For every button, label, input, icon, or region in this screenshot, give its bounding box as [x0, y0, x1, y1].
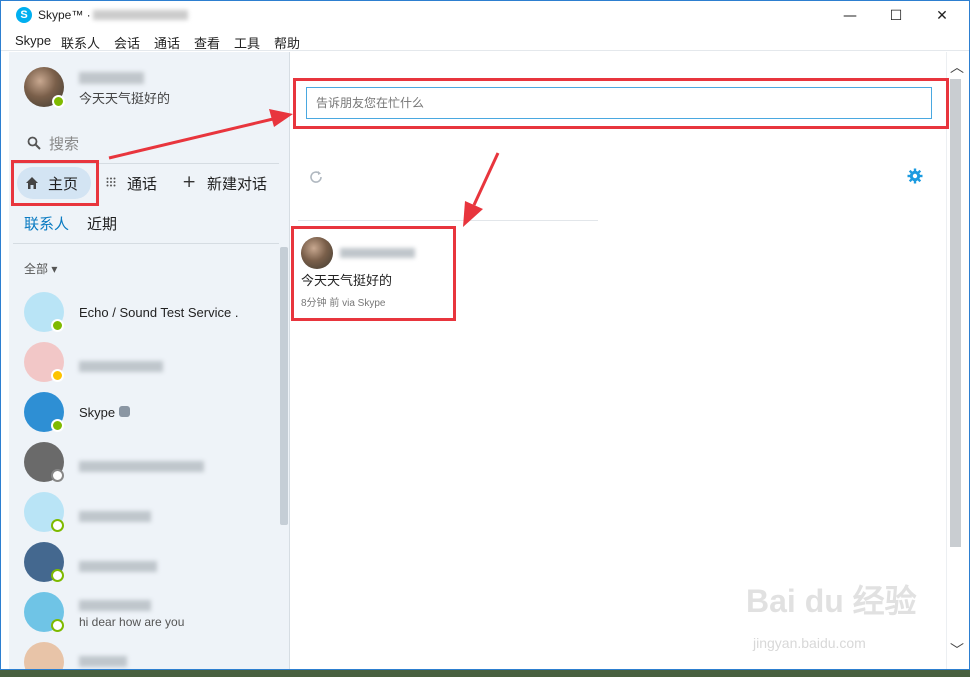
contact-name-blurred — [79, 656, 127, 667]
contact-mood: hi dear how are you — [79, 615, 185, 629]
contact-blurred[interactable] — [9, 484, 279, 534]
menu-tools[interactable]: 工具 — [234, 33, 260, 52]
title-user-blurred — [93, 10, 188, 20]
presence-offline-icon — [51, 569, 64, 582]
contact-blurred[interactable] — [9, 534, 279, 584]
menu-bar: Skype 联系人 会话 通话 查看 工具 帮助 — [1, 31, 969, 51]
contact-name-blurred — [79, 561, 157, 572]
annotation-home-box — [11, 160, 99, 206]
contact-name: Echo / Sound Test Service . — [79, 305, 239, 320]
scroll-up-icon[interactable]: ︿ — [950, 57, 964, 77]
profile-name-blurred — [79, 72, 144, 84]
menu-help[interactable]: 帮助 — [274, 33, 300, 52]
contact-blurred[interactable] — [9, 334, 279, 384]
profile-presence-icon — [52, 95, 65, 108]
dialpad-icon — [106, 177, 116, 187]
contact-blurred[interactable] — [9, 634, 279, 669]
contact-skype[interactable]: Skype — [9, 384, 279, 434]
menu-contacts[interactable]: 联系人 — [61, 33, 100, 52]
minimize-button[interactable]: — — [827, 1, 873, 31]
tab-contacts[interactable]: 联系人 — [24, 213, 69, 234]
plus-icon: + — [182, 172, 197, 192]
contact-name: Skype — [79, 405, 116, 420]
skype-window: S Skype™ · — ☐ ✕ Skype 联系人 会话 通话 查看 工具 帮… — [0, 0, 970, 670]
divider — [13, 243, 279, 244]
sidebar: 今天天气挺好的 搜索 主页 通话 + 新建对话 联系人 近期 全部 ▾ Echo… — [9, 52, 290, 669]
window-title: Skype™ · — [38, 8, 91, 22]
search-icon — [27, 136, 41, 150]
title-bar: S Skype™ · — ☐ ✕ — [1, 1, 969, 31]
menu-skype[interactable]: Skype — [15, 33, 51, 48]
profile-mood[interactable]: 今天天气挺好的 — [79, 88, 170, 107]
scroll-thumb[interactable] — [950, 79, 961, 547]
contact-name-blurred — [79, 600, 151, 611]
contact-blurred[interactable] — [9, 434, 279, 484]
sidebar-scrollbar[interactable] — [280, 247, 288, 525]
presence-away-icon — [51, 369, 64, 382]
presence-offline-icon — [51, 519, 64, 532]
contact-name-blurred — [79, 361, 163, 372]
menu-conversation[interactable]: 会话 — [114, 33, 140, 52]
maximize-button[interactable]: ☐ — [873, 1, 919, 31]
call-button[interactable]: 通话 — [127, 173, 157, 194]
contact-name-blurred — [79, 511, 151, 522]
skype-logo-icon: S — [16, 7, 32, 23]
presence-unknown-icon — [51, 469, 64, 482]
filter-label: 全部 — [24, 262, 49, 276]
gear-icon[interactable] — [907, 168, 923, 184]
verified-badge-icon — [119, 406, 130, 417]
tab-recent[interactable]: 近期 — [87, 213, 117, 234]
annotation-feed-box — [291, 226, 456, 321]
contact-avatar — [24, 642, 64, 669]
contact-blurred[interactable]: hi dear how are you — [9, 584, 279, 634]
menu-view[interactable]: 查看 — [194, 33, 220, 52]
window-scrollbar[interactable]: ︿ ﹀ — [946, 52, 969, 669]
refresh-icon[interactable] — [308, 169, 324, 185]
divider — [298, 220, 598, 221]
close-button[interactable]: ✕ — [919, 1, 965, 31]
baidu-watermark: Bai du 经验 — [746, 583, 917, 619]
contact-filter-dropdown[interactable]: 全部 ▾ — [24, 260, 57, 277]
presence-offline-icon — [51, 619, 64, 632]
contact-name-blurred — [79, 461, 204, 472]
baidu-watermark-url: jingyan.baidu.com — [753, 635, 866, 651]
scroll-down-icon[interactable]: ﹀ — [950, 640, 964, 660]
presence-online-icon — [51, 319, 64, 332]
contact-echo[interactable]: Echo / Sound Test Service . — [9, 284, 279, 334]
annotation-mood-box — [293, 78, 949, 129]
new-chat-button[interactable]: 新建对话 — [207, 173, 267, 194]
contact-list: Echo / Sound Test Service . Skype hi dea… — [9, 284, 279, 669]
search-field[interactable]: 搜索 — [49, 133, 79, 154]
presence-online-icon — [51, 419, 64, 432]
menu-call[interactable]: 通话 — [154, 33, 180, 52]
